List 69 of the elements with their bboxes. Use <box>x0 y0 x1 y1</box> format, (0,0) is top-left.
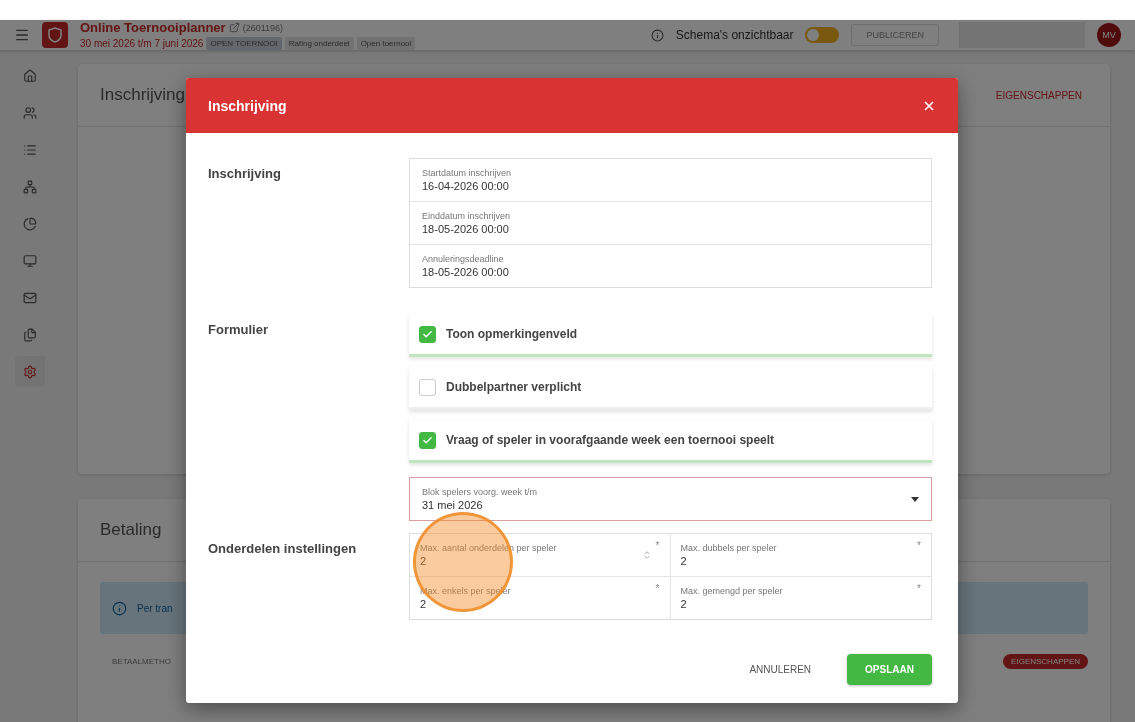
field-value: 2 <box>680 555 688 567</box>
number-field[interactable]: Max. dubbels per speler 2 * <box>670 534 931 577</box>
app-title: Online Toernooiplanner <box>80 20 226 35</box>
documents-icon <box>23 327 37 342</box>
field-value: 18-05-2026 00:00 <box>422 223 510 235</box>
required-marker: * <box>655 540 660 551</box>
close-button[interactable] <box>924 100 934 111</box>
field-label: Blok spelers voorg. week t/m <box>422 487 538 497</box>
info-icon <box>112 600 127 616</box>
pie-chart-icon <box>23 216 37 231</box>
caret-icon <box>911 496 919 502</box>
field-label: Max. gemengd per speler <box>680 586 784 596</box>
tournament-dates: 30 mei 2026 t/m 7 juni 2026 <box>80 38 204 49</box>
checkbox[interactable] <box>419 431 436 449</box>
checkbox-option[interactable]: Toon opmerkingenveld <box>409 314 932 357</box>
settings-icon <box>23 364 37 379</box>
date-field[interactable]: Startdatum inschrijven 16-04-2026 00:00 <box>410 159 931 202</box>
field-label: Max. dubbels per speler <box>680 543 778 553</box>
external-link-icon[interactable] <box>228 22 240 33</box>
checkbox[interactable] <box>419 325 436 343</box>
required-marker: * <box>655 583 660 594</box>
checkbox-option[interactable]: Vraag of speler in voorafgaande week een toernooi speelt <box>409 420 932 463</box>
home-icon <box>23 68 37 83</box>
info-icon <box>650 28 664 42</box>
field-value: 31 mei 2026 <box>422 499 484 511</box>
card-title: Betaling <box>100 520 162 540</box>
tournament-badge: Rating onderdeel <box>284 37 354 50</box>
hierarchy-icon <box>23 179 37 194</box>
sidebar-item[interactable] <box>15 356 45 387</box>
user-avatar[interactable]: MV <box>1097 23 1121 47</box>
required-marker: * <box>917 540 921 551</box>
field-value: 2 <box>420 555 428 567</box>
field-label: Startdatum inschrijven <box>422 168 513 178</box>
option-label: Vraag of speler in voorafgaande week een toernooi speelt <box>446 433 775 447</box>
field-value: 2 <box>420 598 428 610</box>
tournament-badge: OPEN TOERNOOI <box>206 37 282 50</box>
field-value: 16-04-2026 00:00 <box>422 180 510 192</box>
dialog-title: Inschrijving <box>208 97 287 114</box>
check-icon <box>422 328 433 340</box>
required-marker: * <box>917 583 921 594</box>
info-text: Per tran <box>137 602 173 614</box>
field-value: 2 <box>680 598 688 610</box>
card-title: Inschrijving <box>100 85 186 105</box>
select-field[interactable]: Blok spelers voorg. week t/m 31 mei 2026 <box>409 477 932 521</box>
field-label: Einddatum inschrijven <box>422 211 512 221</box>
menu-icon[interactable] <box>14 27 30 43</box>
section-label: Formulier <box>208 321 269 339</box>
field-label: Annuleringsdeadline <box>422 254 505 264</box>
field-value: 18-05-2026 00:00 <box>422 266 510 278</box>
checkbox[interactable] <box>419 378 436 396</box>
tournament-badge: Open toernooi <box>356 37 416 50</box>
users-icon <box>23 105 37 120</box>
column-header: BETAALMETHO <box>112 657 171 666</box>
visibility-toggle[interactable] <box>805 27 840 43</box>
check-icon <box>422 434 433 446</box>
section-label: Inschrijving <box>208 165 282 183</box>
section-label: Onderdelen instellingen <box>208 540 358 558</box>
date-field[interactable]: Einddatum inschrijven 18-05-2026 00:00 <box>410 202 931 245</box>
number-field[interactable]: Max. gemengd per speler 2 * <box>670 577 931 619</box>
option-label: Dubbelpartner verplicht <box>446 380 582 394</box>
cancel-button[interactable]: ANNULEREN <box>743 663 818 676</box>
monitor-icon <box>23 253 37 268</box>
option-label: Toon opmerkingenveld <box>446 327 578 341</box>
date-field[interactable]: Annuleringsdeadline 18-05-2026 00:00 <box>410 245 931 287</box>
visibility-label: Schema's onzichtbaar <box>675 28 794 42</box>
list-icon <box>23 142 37 157</box>
mail-icon <box>23 290 37 305</box>
spinner-icon[interactable] <box>641 550 652 560</box>
tournament-id: (2601196) <box>242 22 284 33</box>
